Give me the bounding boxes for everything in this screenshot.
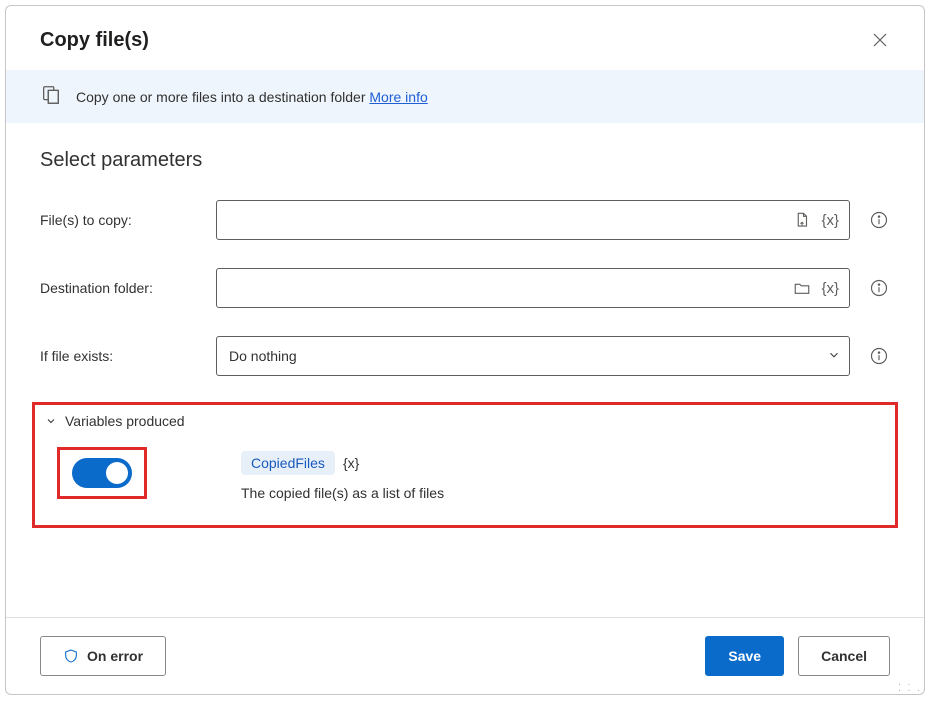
section-heading: Select parameters <box>40 149 890 172</box>
more-info-link[interactable]: More info <box>369 89 427 105</box>
info-icon[interactable] <box>868 209 890 231</box>
dialog-footer: On error Save Cancel <box>6 617 924 694</box>
files-to-copy-label: File(s) to copy: <box>40 212 198 228</box>
info-icon[interactable] <box>868 345 890 367</box>
files-to-copy-field[interactable]: {x} <box>216 200 850 240</box>
variable-chip[interactable]: CopiedFiles <box>241 451 335 475</box>
destination-folder-input[interactable] <box>229 269 785 307</box>
file-picker-icon[interactable] <box>791 209 813 231</box>
cancel-button[interactable]: Cancel <box>798 636 890 676</box>
variable-brace: {x} <box>343 455 359 471</box>
if-file-exists-row: If file exists: Do nothing <box>40 336 890 376</box>
destination-folder-label: Destination folder: <box>40 280 198 296</box>
variable-row: CopiedFiles {x} The copied file(s) as a … <box>45 447 885 501</box>
variable-picker-icon[interactable]: {x} <box>819 278 841 299</box>
dialog-title: Copy file(s) <box>40 29 149 52</box>
copy-files-dialog: Copy file(s) Copy one or more files into… <box>5 5 925 695</box>
dialog-body: Select parameters File(s) to copy: {x} D… <box>6 123 924 617</box>
folder-picker-icon[interactable] <box>791 277 813 299</box>
destination-folder-row: Destination folder: {x} <box>40 268 890 308</box>
variable-description: The copied file(s) as a list of files <box>241 485 444 501</box>
close-icon <box>873 33 887 47</box>
info-icon[interactable] <box>868 277 890 299</box>
on-error-button[interactable]: On error <box>40 636 166 676</box>
close-button[interactable] <box>864 24 896 56</box>
variable-toggle[interactable] <box>72 458 132 488</box>
toggle-knob <box>106 462 128 484</box>
variable-picker-icon[interactable]: {x} <box>819 210 841 231</box>
variable-name-row: CopiedFiles {x} <box>241 451 444 475</box>
shield-icon <box>63 648 79 664</box>
destination-folder-field[interactable]: {x} <box>216 268 850 308</box>
if-file-exists-value: Do nothing <box>229 348 821 364</box>
banner-text: Copy one or more files into a destinatio… <box>76 89 428 105</box>
files-to-copy-row: File(s) to copy: {x} <box>40 200 890 240</box>
variables-produced-title: Variables produced <box>65 413 185 429</box>
chevron-down-icon <box>827 348 841 365</box>
variables-produced-section: Variables produced CopiedFiles {x} The c… <box>32 402 898 528</box>
save-button[interactable]: Save <box>705 636 784 676</box>
on-error-label: On error <box>87 648 143 664</box>
info-banner: Copy one or more files into a destinatio… <box>6 70 924 123</box>
footer-right: Save Cancel <box>705 636 890 676</box>
if-file-exists-label: If file exists: <box>40 348 198 364</box>
files-to-copy-input[interactable] <box>229 201 785 239</box>
variable-details: CopiedFiles {x} The copied file(s) as a … <box>171 447 444 501</box>
variables-produced-header[interactable]: Variables produced <box>45 413 885 429</box>
toggle-highlight <box>57 447 147 499</box>
dialog-header: Copy file(s) <box>6 6 924 70</box>
banner-text-content: Copy one or more files into a destinatio… <box>76 89 369 105</box>
if-file-exists-select[interactable]: Do nothing <box>216 336 850 376</box>
copy-files-icon <box>40 84 62 109</box>
chevron-down-icon <box>45 415 57 427</box>
